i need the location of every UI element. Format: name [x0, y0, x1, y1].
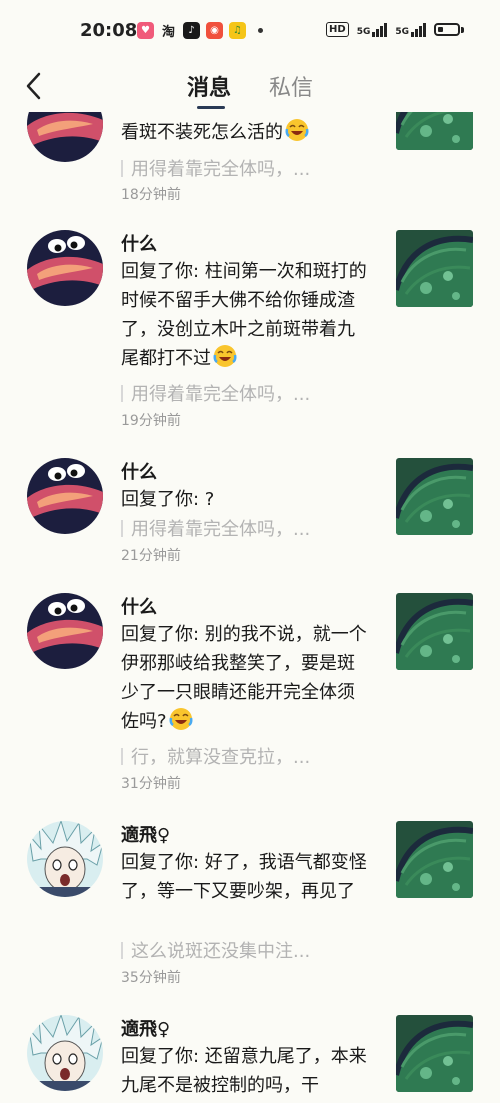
- timestamp: 35分钟前: [121, 970, 181, 986]
- laugh-cry-emoji-icon: [285, 118, 309, 142]
- shopping-app-icon: ◉: [206, 22, 223, 39]
- signal-5g-icon-2: 5G: [395, 22, 426, 37]
- message-list: 看斑不装死怎么活的 用得着靠完全体吗，... 18分钟前 什么 回复了你: 柱间…: [0, 112, 500, 1103]
- message-body: 回复了你: 好了，我语气都变怪了，等一下又要吵架，再见了: [121, 852, 367, 902]
- laugh-cry-emoji-icon: [213, 344, 237, 368]
- username[interactable]: 適飛♀: [121, 1015, 170, 1041]
- post-thumbnail[interactable]: [396, 458, 473, 535]
- list-item[interactable]: 什么 回复了你: 别的我不说，就一个伊邪那岐给我整笑了，要是斑少了一只眼睛还能开…: [0, 593, 500, 803]
- avatar[interactable]: [27, 458, 103, 534]
- timestamp: 19分钟前: [121, 413, 181, 429]
- post-thumbnail[interactable]: [396, 112, 473, 150]
- tab-messages[interactable]: 消息: [187, 70, 231, 102]
- list-item[interactable]: 適飛♀ 回复了你: 还留意九尾了，本来九尾不是被控制的吗，干: [0, 1015, 500, 1103]
- avatar[interactable]: [27, 821, 103, 897]
- list-item[interactable]: 看斑不装死怎么活的 用得着靠完全体吗，... 18分钟前: [0, 112, 500, 220]
- list-item[interactable]: 什么 回复了你: ? 用得着靠完全体吗，... 21分钟前: [0, 458, 500, 568]
- message-body: 看斑不装死怎么活的: [121, 118, 371, 147]
- taobao-icon: 淘: [161, 25, 175, 40]
- heart-app-icon: ♥: [137, 22, 154, 39]
- tiktok-icon: ♪: [183, 22, 200, 39]
- post-thumbnail[interactable]: [396, 821, 473, 898]
- message-body: 回复了你: 还留意九尾了，本来九尾不是被控制的吗，干: [121, 1046, 367, 1096]
- timestamp: 18分钟前: [121, 187, 181, 203]
- message-body: 回复了你: 柱间第一次和斑打的时候不留手大佛不给你锤成渣了，没创立木叶之前斑带着…: [121, 261, 367, 369]
- message-body: 回复了你: ?: [121, 489, 215, 510]
- post-thumbnail[interactable]: [396, 1015, 473, 1092]
- tab-private-messages[interactable]: 私信: [269, 70, 313, 102]
- timestamp: 21分钟前: [121, 548, 181, 564]
- post-thumbnail[interactable]: [396, 230, 473, 307]
- notification-dot-icon: [258, 28, 263, 33]
- status-bar: 20:08 ♥ 淘 ♪ ◉ ♫ HD 5G 5G: [0, 0, 500, 62]
- status-time: 20:08: [80, 20, 138, 41]
- avatar[interactable]: [27, 1015, 103, 1091]
- status-indicators: HD 5G 5G: [326, 22, 464, 37]
- music-app-icon: ♫: [229, 22, 246, 39]
- username[interactable]: 什么: [121, 593, 157, 619]
- quoted-comment: 行，就算没查克拉，...: [121, 743, 371, 769]
- username[interactable]: 什么: [121, 230, 157, 256]
- header: 消息 私信: [0, 62, 500, 112]
- timestamp: 31分钟前: [121, 776, 181, 792]
- list-item[interactable]: 什么 回复了你: 柱间第一次和斑打的时候不留手大佛不给你锤成渣了，没创立木叶之前…: [0, 230, 500, 450]
- back-button[interactable]: [22, 68, 48, 104]
- avatar[interactable]: [27, 593, 103, 669]
- post-thumbnail[interactable]: [396, 593, 473, 670]
- quoted-comment: 用得着靠完全体吗，...: [121, 155, 371, 181]
- quoted-comment: 用得着靠完全体吗，...: [121, 380, 371, 406]
- list-item[interactable]: 適飛♀ 回复了你: 好了，我语气都变怪了，等一下又要吵架，再见了 这么说斑还没集…: [0, 821, 500, 1001]
- chevron-left-icon: [26, 72, 41, 100]
- signal-5g-icon: 5G: [357, 22, 388, 37]
- laugh-cry-emoji-icon: [169, 707, 193, 731]
- quoted-comment: 这么说斑还没集中注...: [121, 937, 371, 963]
- tab-active-indicator: [197, 106, 225, 109]
- hd-icon: HD: [326, 22, 349, 37]
- message-body: 回复了你: 别的我不说，就一个伊邪那岐给我整笑了，要是斑少了一只眼睛还能开完全体…: [121, 624, 367, 732]
- username[interactable]: 什么: [121, 458, 157, 484]
- battery-icon: [434, 23, 460, 36]
- quoted-comment: 用得着靠完全体吗，...: [121, 515, 371, 541]
- status-app-icons: ♥ 淘 ♪ ◉ ♫: [137, 22, 263, 40]
- avatar[interactable]: [27, 112, 103, 162]
- username[interactable]: 適飛♀: [121, 821, 170, 847]
- avatar[interactable]: [27, 230, 103, 306]
